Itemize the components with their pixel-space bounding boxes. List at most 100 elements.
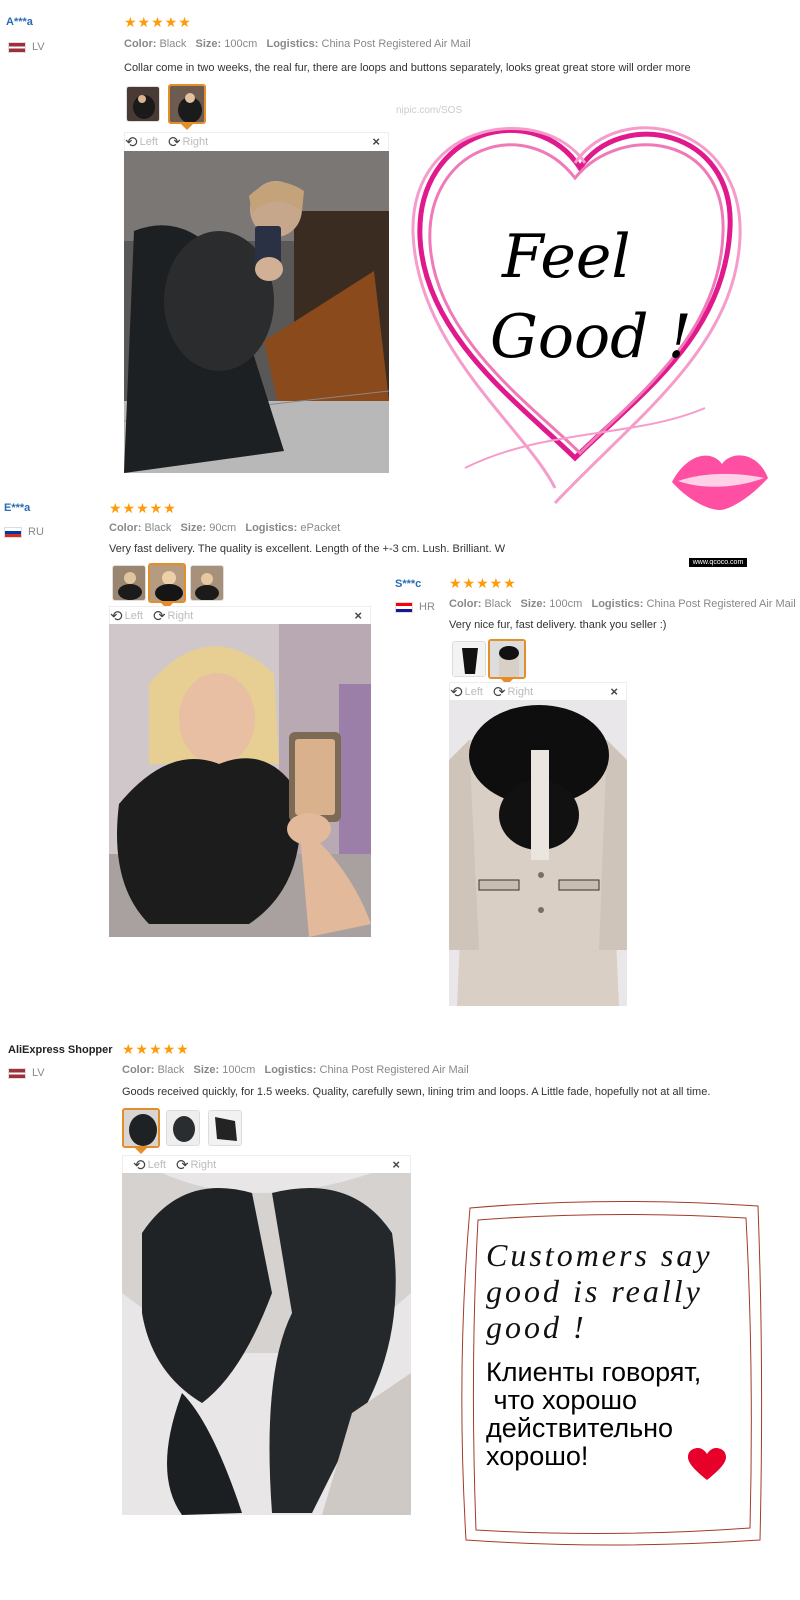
latvia-flag-icon: [8, 41, 26, 53]
review-text: Goods received quickly, for 1.5 weeks. Q…: [122, 1086, 711, 1098]
rotate-left-label: Left: [124, 609, 143, 622]
star-rating: ★★★★★: [109, 500, 177, 516]
close-icon[interactable]: ×: [610, 684, 618, 699]
size-value: 100cm: [222, 1064, 256, 1076]
review-photo-thumb-selected[interactable]: [148, 563, 186, 603]
size-label: Size:: [180, 522, 207, 534]
review-text: Very nice fur, fast delivery. thank you …: [449, 619, 667, 631]
review-photo-thumb[interactable]: [166, 1110, 200, 1146]
croatia-flag-icon: [395, 601, 413, 613]
review-text: Collar come in two weeks, the real fur, …: [124, 62, 691, 74]
rotate-right-label: Right: [182, 135, 209, 148]
country-code: HR: [419, 601, 435, 613]
review-photo: [109, 624, 371, 937]
rotate-left-icon: ⟲: [450, 683, 463, 701]
size-label: Size:: [195, 38, 222, 50]
image-viewer-toolbar: ⟲ Left ⟳ Right ×: [124, 132, 389, 151]
rotate-right-button[interactable]: ⟳ Right: [176, 1156, 216, 1174]
review-photo-thumb-selected[interactable]: [122, 1108, 160, 1148]
star-rating: ★★★★★: [122, 1041, 190, 1057]
reviewer-name[interactable]: E***a: [4, 502, 30, 514]
review-text: Very fast delivery. The quality is excel…: [109, 543, 506, 555]
color-label: Color:: [124, 38, 157, 50]
logistics-value: China Post Registered Air Mail: [321, 38, 471, 50]
russia-flag-icon: [4, 526, 22, 538]
color-value: Black: [484, 598, 512, 610]
country-code: RU: [28, 526, 44, 538]
reviewer-name[interactable]: AliExpress Shopper: [8, 1044, 113, 1056]
reviewer-country: HR: [395, 601, 435, 613]
rotate-left-button[interactable]: ⟲ Left: [125, 133, 158, 151]
color-value: Black: [144, 522, 172, 534]
reviewer-name[interactable]: A***a: [6, 16, 33, 28]
logistics-value: ePacket: [300, 522, 341, 534]
logistics-label: Logistics:: [591, 598, 644, 610]
rotate-left-button[interactable]: ⟲ Left: [110, 607, 143, 625]
reviewer-country: LV: [8, 1067, 45, 1079]
rotate-right-label: Right: [167, 609, 194, 622]
rotate-right-button[interactable]: ⟳ Right: [153, 607, 193, 625]
order-info: Color: Black Size: 100cm Logistics: Chin…: [124, 38, 471, 50]
size-value: 100cm: [224, 38, 258, 50]
star-rating: ★★★★★: [449, 575, 517, 591]
logistics-label: Logistics:: [264, 1064, 317, 1076]
feel-text: Feel: [502, 222, 631, 292]
good-text: Good !: [490, 302, 692, 372]
logistics-label: Logistics:: [266, 38, 319, 50]
rotate-right-icon: ⟳: [167, 133, 181, 151]
reviewer-name[interactable]: S***c: [395, 578, 421, 590]
review-photo-thumb-selected[interactable]: [168, 84, 206, 124]
close-icon[interactable]: ×: [372, 134, 380, 149]
customers-say-line3: good !: [486, 1309, 587, 1345]
color-label: Color:: [109, 522, 142, 534]
review-photo-thumb[interactable]: [112, 565, 146, 601]
rotate-left-icon: ⟲: [110, 607, 123, 625]
country-code: LV: [32, 41, 45, 53]
selected-pointer: [181, 124, 193, 130]
red-heart-icon: [688, 1448, 726, 1482]
logistics-value: China Post Registered Air Mail: [319, 1064, 469, 1076]
review-photo: [122, 1173, 411, 1515]
rotate-left-label: Left: [147, 1158, 166, 1171]
country-code: LV: [32, 1067, 45, 1079]
review-photo-thumb[interactable]: [208, 1110, 242, 1146]
review-photo-thumb[interactable]: [190, 565, 224, 601]
rotate-left-button[interactable]: ⟲ Left: [133, 1156, 166, 1174]
rotate-right-label: Right: [507, 685, 534, 698]
rotate-right-button[interactable]: ⟳ Right: [168, 133, 208, 151]
selected-pointer: [135, 1148, 147, 1154]
reviewer-country: RU: [4, 526, 44, 538]
size-label: Size:: [520, 598, 547, 610]
review-photo-thumb-selected[interactable]: [488, 639, 526, 679]
color-value: Black: [159, 38, 187, 50]
review-photo-thumb[interactable]: [126, 86, 160, 122]
customers-say-ru-line3: действительно: [486, 1413, 674, 1443]
review-photo: [124, 151, 389, 473]
image-viewer-toolbar: ⟲ Left ⟳ Right ×: [122, 1155, 411, 1174]
image-viewer-toolbar: ⟲ Left ⟳ Right ×: [449, 682, 627, 701]
lips-icon: [668, 448, 772, 512]
customers-say-ru-line4: хорошо!: [486, 1441, 589, 1471]
rotate-left-button[interactable]: ⟲ Left: [450, 683, 483, 701]
color-label: Color:: [122, 1064, 155, 1076]
logistics-value: China Post Registered Air Mail: [646, 598, 796, 610]
customers-say-ru-line2: что хорошо: [486, 1385, 638, 1415]
size-value: 90cm: [209, 522, 237, 534]
customers-say-ru-line1: Клиенты говорят,: [486, 1357, 702, 1387]
review-photo-thumb[interactable]: [452, 641, 486, 677]
customers-say-line1: Customers say: [486, 1237, 713, 1273]
rotate-left-icon: ⟲: [125, 133, 138, 151]
rotate-right-icon: ⟳: [175, 1156, 189, 1174]
rotate-right-icon: ⟳: [152, 607, 166, 625]
close-icon[interactable]: ×: [392, 1157, 400, 1172]
latvia-flag-icon: [8, 1067, 26, 1079]
order-info: Color: Black Size: 100cm Logistics: Chin…: [449, 598, 796, 610]
size-label: Size:: [193, 1064, 220, 1076]
color-value: Black: [157, 1064, 185, 1076]
color-label: Color:: [449, 598, 482, 610]
rotate-right-icon: ⟳: [492, 683, 506, 701]
close-icon[interactable]: ×: [354, 608, 362, 623]
image-viewer-toolbar: ⟲ Left ⟳ Right ×: [109, 606, 371, 625]
customers-say-line2: good is really: [486, 1273, 703, 1309]
rotate-right-button[interactable]: ⟳ Right: [493, 683, 533, 701]
